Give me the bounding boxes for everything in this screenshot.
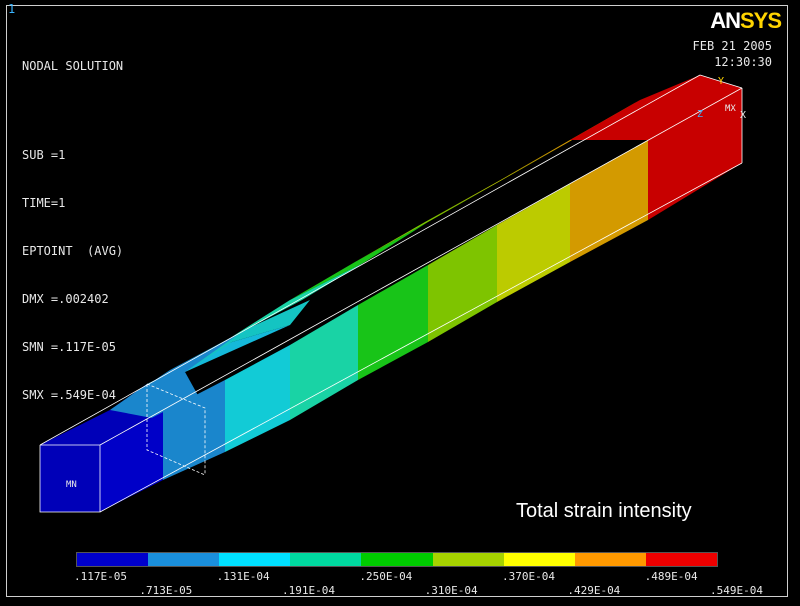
legend-swatch <box>361 553 433 566</box>
side-face-2 <box>225 345 290 452</box>
legend-swatch <box>290 553 362 566</box>
legend-swatch <box>574 553 646 566</box>
legend-color-bar <box>76 552 718 567</box>
legend-swatch <box>77 553 149 566</box>
min-marker: MN <box>66 480 77 490</box>
caption: Total strain intensity <box>516 500 692 522</box>
front-face-blue <box>40 445 100 512</box>
side-face-5 <box>428 225 497 342</box>
triad-x: X <box>740 110 747 121</box>
graphics-window[interactable]: 1 NODAL SOLUTION SUB =1 TIME=1 EPTOINT (… <box>0 0 800 606</box>
legend-swatch <box>432 553 504 566</box>
legend-swatch <box>219 553 291 566</box>
legend-swatch <box>148 553 220 566</box>
triad-z: Z <box>697 109 704 120</box>
legend-swatch <box>503 553 575 566</box>
legend-swatch <box>645 553 717 566</box>
side-face-6 <box>497 184 570 302</box>
triad-y: Y <box>718 76 725 87</box>
triad: Y Z X <box>696 76 746 126</box>
side-face-7 <box>570 140 648 262</box>
